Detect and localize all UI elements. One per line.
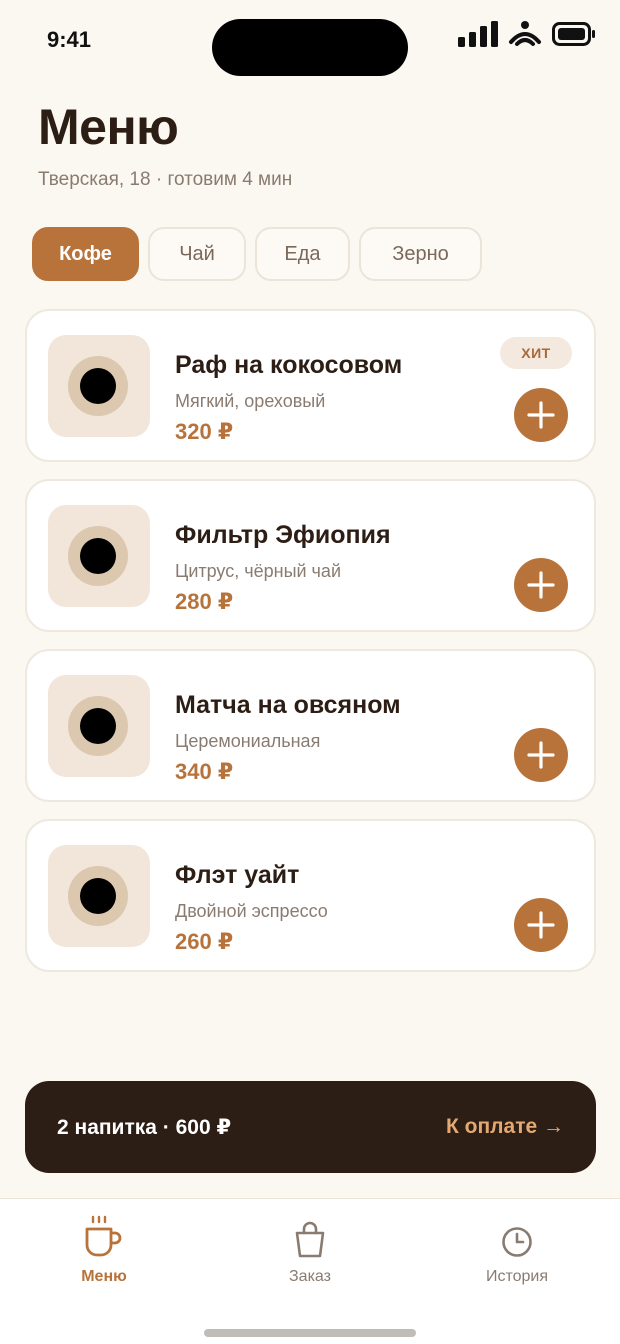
cup-core [80,538,116,574]
add-to-cart-button[interactable] [514,558,568,612]
cup-ring [68,866,128,926]
nav-label: Заказ [289,1268,331,1285]
hit-badge: ХИТ [500,337,572,369]
page-subtitle: Тверская, 18 · готовим 4 мин [38,169,293,190]
tab-beans[interactable]: Зерно [359,227,482,281]
battery-icon [552,22,595,46]
product-image [48,335,150,437]
product-description: Цитрус, чёрный чай [175,561,341,581]
product-price: 340 ₽ [175,759,234,784]
coffee-cup-icon [85,1215,122,1257]
product-description: Мягкий, ореховый [175,391,326,411]
plus-icon [527,741,555,769]
product-image [48,675,150,777]
product-card[interactable]: Раф на кокосовом Мягкий, ореховый 320 ₽ … [25,309,596,462]
dynamic-island [212,19,408,76]
product-image [48,845,150,947]
tab-coffee[interactable]: Кофе [32,227,139,281]
clock-icon [502,1227,532,1257]
add-to-cart-button[interactable] [514,728,568,782]
wifi-icon [509,21,541,46]
product-description: Церемониальная [175,731,321,751]
app-screen: 9:41 Меню Тверская, 18 · готовим 4 мин К… [0,0,620,1344]
add-to-cart-button[interactable] [514,388,568,442]
cup-core [80,878,116,914]
product-image [48,505,150,607]
product-price: 280 ₽ [175,589,234,614]
cup-ring [68,356,128,416]
product-price: 260 ₽ [175,929,234,954]
plus-icon [527,401,555,429]
plus-icon [527,911,555,939]
cart-checkout-bar[interactable]: 2 напитка · 600 ₽ К оплате → [25,1081,596,1173]
tab-tea[interactable]: Чай [148,227,246,281]
cart-summary: 2 напитка · 600 ₽ [57,1115,232,1139]
product-name: Матча на овсяном [175,691,401,719]
cup-core [80,368,116,404]
category-tabs: Кофе Чай Еда Зерно [32,227,482,281]
nav-item-history[interactable]: История [437,1215,597,1286]
page-title: Меню [38,99,179,155]
cup-core [80,708,116,744]
checkout-button[interactable]: К оплате → [446,1115,564,1139]
nav-label: История [485,1268,549,1285]
nav-label: Меню [81,1268,127,1285]
product-price: 320 ₽ [175,419,234,444]
nav-item-order[interactable]: Заказ [230,1215,390,1286]
cup-ring [68,526,128,586]
product-name: Фильтр Эфиопия [175,521,391,549]
add-to-cart-button[interactable] [514,898,568,952]
cup-ring [68,696,128,756]
status-icons [458,20,596,48]
home-indicator [204,1329,416,1337]
product-list: Раф на кокосовом Мягкий, ореховый 320 ₽ … [25,309,596,989]
product-card[interactable]: Флэт уайт Двойной эспрессо 260 ₽ [25,819,596,972]
plus-icon [527,571,555,599]
bottom-nav: Меню Заказ История [0,1198,620,1344]
product-name: Флэт уайт [175,861,300,889]
tab-food[interactable]: Еда [255,227,350,281]
product-name: Раф на кокосовом [175,351,403,379]
product-description: Двойной эспрессо [175,901,328,921]
cellular-signal-icon [458,21,498,47]
status-time: 9:41 [47,27,92,52]
product-card[interactable]: Фильтр Эфиопия Цитрус, чёрный чай 280 ₽ [25,479,596,632]
product-card[interactable]: Матча на овсяном Церемониальная 340 ₽ [25,649,596,802]
nav-item-menu[interactable]: Меню [24,1215,184,1286]
shopping-bag-icon [295,1221,325,1258]
